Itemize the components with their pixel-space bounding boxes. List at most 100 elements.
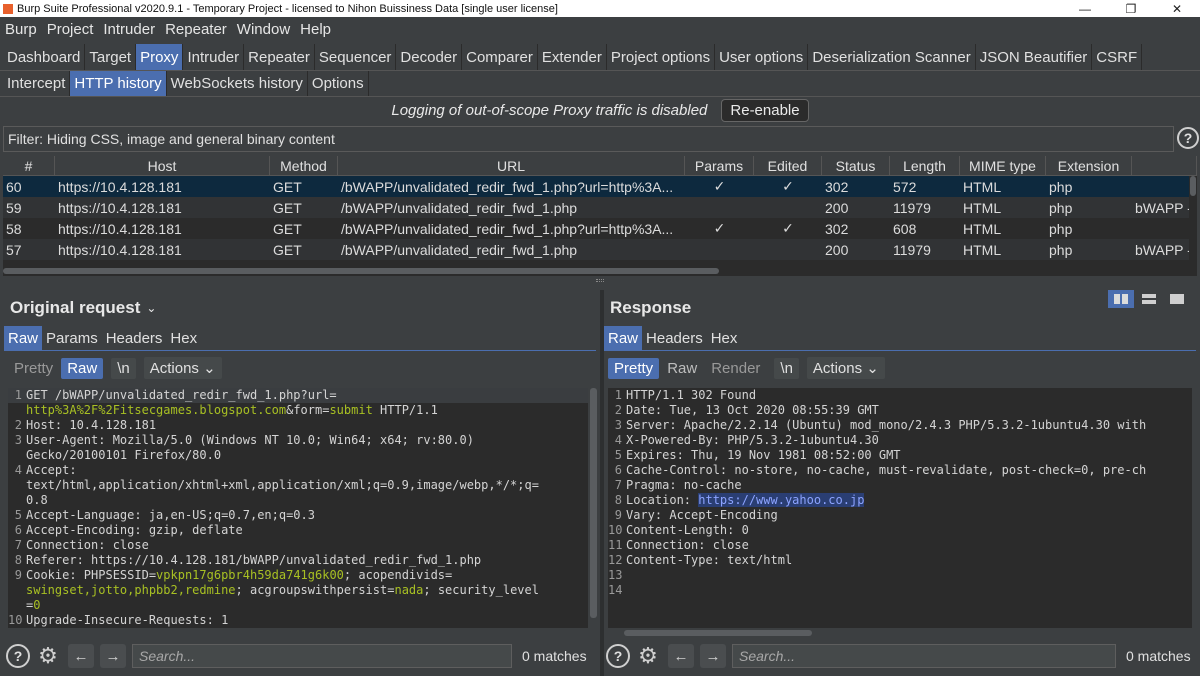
response-raw-button[interactable]: Raw xyxy=(661,358,703,379)
minimize-button[interactable]: — xyxy=(1062,0,1108,17)
response-editor-hscrollbar[interactable] xyxy=(624,630,812,636)
help-icon[interactable]: ? xyxy=(1177,127,1199,149)
code-token: Connection: close xyxy=(26,538,149,552)
cell-edited-check-icon: ✓ xyxy=(782,220,794,236)
response-pretty-button[interactable]: Pretty xyxy=(608,357,660,379)
menu-help[interactable]: Help xyxy=(295,21,336,38)
split-pane-handle[interactable] xyxy=(596,279,604,282)
tab-deserialization-scanner[interactable]: Deserialization Scanner xyxy=(808,44,976,70)
col-extension[interactable]: Extension xyxy=(1046,156,1132,175)
maximize-button[interactable]: ❐ xyxy=(1108,0,1154,17)
tab-extender[interactable]: Extender xyxy=(537,44,607,70)
forward-arrow-icon[interactable]: → xyxy=(100,644,126,668)
request-panel-title[interactable]: Original request ⌄ xyxy=(10,298,156,318)
request-actions-button[interactable]: Actions ⌄ xyxy=(143,357,222,379)
forward-arrow-icon[interactable]: → xyxy=(700,644,726,668)
actions-label: Actions xyxy=(149,360,199,377)
tab-intercept[interactable]: Intercept xyxy=(3,71,71,96)
tab-comparer[interactable]: Comparer xyxy=(462,44,538,70)
back-arrow-icon[interactable]: ← xyxy=(68,644,94,668)
line-content: Referer: https://10.4.128.181/bWAPP/unva… xyxy=(26,553,588,568)
menu-project[interactable]: Project xyxy=(42,21,99,38)
request-search-input[interactable]: Search... xyxy=(132,644,512,668)
cell-params-check-icon: ✓ xyxy=(713,220,726,236)
code-line: 12 Content-Type: text/html xyxy=(608,553,1192,568)
table-row[interactable]: 59 https://10.4.128.181 GET /bWAPP/unval… xyxy=(3,197,1197,218)
help-icon[interactable]: ? xyxy=(6,644,30,668)
tab-options[interactable]: Options xyxy=(307,71,369,96)
table-horizontal-scrollbar[interactable] xyxy=(3,268,719,274)
layout-side-by-side-icon[interactable] xyxy=(1108,290,1134,308)
response-render-button[interactable]: Render xyxy=(705,358,766,379)
response-newline-toggle[interactable]: \n xyxy=(774,357,799,379)
table-row[interactable]: 60 https://10.4.128.181 GET /bWAPP/unval… xyxy=(3,176,1197,197)
tab-http-history[interactable]: HTTP history xyxy=(70,71,167,96)
menu-burp[interactable]: Burp xyxy=(0,21,42,38)
tab-user-options[interactable]: User options xyxy=(715,44,809,70)
scrollbar-thumb[interactable] xyxy=(1190,176,1196,196)
col-method[interactable]: Method xyxy=(270,156,338,175)
layout-stacked-icon[interactable] xyxy=(1136,290,1162,308)
tab-project-options[interactable]: Project options xyxy=(606,44,716,70)
col-status[interactable]: Status xyxy=(822,156,890,175)
code-token: Accept-Encoding: gzip, deflate xyxy=(26,523,243,537)
cell-length: 11979 xyxy=(893,199,931,216)
request-editor-scrollbar[interactable] xyxy=(590,388,597,618)
menu-window[interactable]: Window xyxy=(232,21,295,38)
gear-icon[interactable]: ⚙ xyxy=(36,643,60,668)
tab-intruder[interactable]: Intruder xyxy=(183,44,245,70)
layout-tabs-icon[interactable] xyxy=(1164,290,1190,308)
tab-csrf[interactable]: CSRF xyxy=(1092,44,1143,70)
tab-websockets-history[interactable]: WebSockets history xyxy=(166,71,308,96)
help-icon[interactable]: ? xyxy=(606,644,630,668)
request-pretty-button[interactable]: Pretty xyxy=(8,358,59,379)
response-tab-hex[interactable]: Hex xyxy=(707,326,742,350)
menu-intruder[interactable]: Intruder xyxy=(98,21,160,38)
request-tab-headers[interactable]: Headers xyxy=(102,326,167,350)
request-newline-toggle[interactable]: \n xyxy=(111,357,136,379)
close-button[interactable]: ✕ xyxy=(1154,0,1200,17)
cell-length: 11979 xyxy=(893,241,931,258)
col-url[interactable]: URL xyxy=(338,156,685,175)
menu-repeater[interactable]: Repeater xyxy=(160,21,232,38)
col-number[interactable]: # xyxy=(3,156,55,175)
request-raw-button[interactable]: Raw xyxy=(61,357,104,379)
tab-sequencer[interactable]: Sequencer xyxy=(314,44,397,70)
tab-json-beautifier[interactable]: JSON Beautifier xyxy=(975,44,1093,70)
table-row[interactable]: 57 https://10.4.128.181 GET /bWAPP/unval… xyxy=(3,239,1197,260)
request-tab-hex[interactable]: Hex xyxy=(166,326,201,350)
location-link[interactable]: https://www.yahoo.co.jp xyxy=(698,493,865,507)
col-title[interactable] xyxy=(1132,156,1197,175)
line-content: Gecko/20100101 Firefox/80.0 xyxy=(26,448,588,463)
line-content: Pragma: no-cache xyxy=(626,478,1192,493)
chevron-down-icon[interactable]: ⌄ xyxy=(146,301,156,315)
col-params[interactable]: Params xyxy=(685,156,754,175)
response-editor[interactable]: 1 HTTP/1.1 302 Found 2 Date: Tue, 13 Oct 20… xyxy=(608,388,1192,628)
col-length[interactable]: Length xyxy=(890,156,960,175)
col-edited[interactable]: Edited xyxy=(754,156,822,175)
tab-proxy[interactable]: Proxy xyxy=(136,44,184,70)
response-tab-headers[interactable]: Headers xyxy=(642,326,707,350)
col-mime-type[interactable]: MIME type xyxy=(960,156,1046,175)
tab-target[interactable]: Target xyxy=(85,44,137,70)
gear-icon[interactable]: ⚙ xyxy=(636,643,660,668)
request-tab-params[interactable]: Params xyxy=(42,326,102,350)
re-enable-button[interactable]: Re-enable xyxy=(721,98,809,122)
line-content xyxy=(626,568,1192,583)
response-search-input[interactable]: Search... xyxy=(732,644,1116,668)
back-arrow-icon[interactable]: ← xyxy=(668,644,694,668)
request-editor[interactable]: 1 GET /bWAPP/unvalidated_redir_fwd_1.php?… xyxy=(8,388,588,628)
filter-bar[interactable]: Filter: Hiding CSS, image and general bi… xyxy=(3,126,1174,152)
table-row[interactable]: 58 https://10.4.128.181 GET /bWAPP/unval… xyxy=(3,218,1197,239)
cell-edited-check-icon: ✓ xyxy=(782,178,794,194)
col-host[interactable]: Host xyxy=(55,156,270,175)
tab-dashboard[interactable]: Dashboard xyxy=(3,44,86,70)
request-tab-raw[interactable]: Raw xyxy=(4,326,43,350)
response-actions-button[interactable]: Actions ⌄ xyxy=(806,357,885,379)
tab-repeater[interactable]: Repeater xyxy=(244,44,315,70)
tab-decoder[interactable]: Decoder xyxy=(396,44,463,70)
cell-mime: HTML xyxy=(963,220,1002,237)
line-content xyxy=(626,583,1192,598)
response-tab-raw[interactable]: Raw xyxy=(604,326,643,350)
table-vertical-scrollbar[interactable] xyxy=(1189,176,1197,276)
